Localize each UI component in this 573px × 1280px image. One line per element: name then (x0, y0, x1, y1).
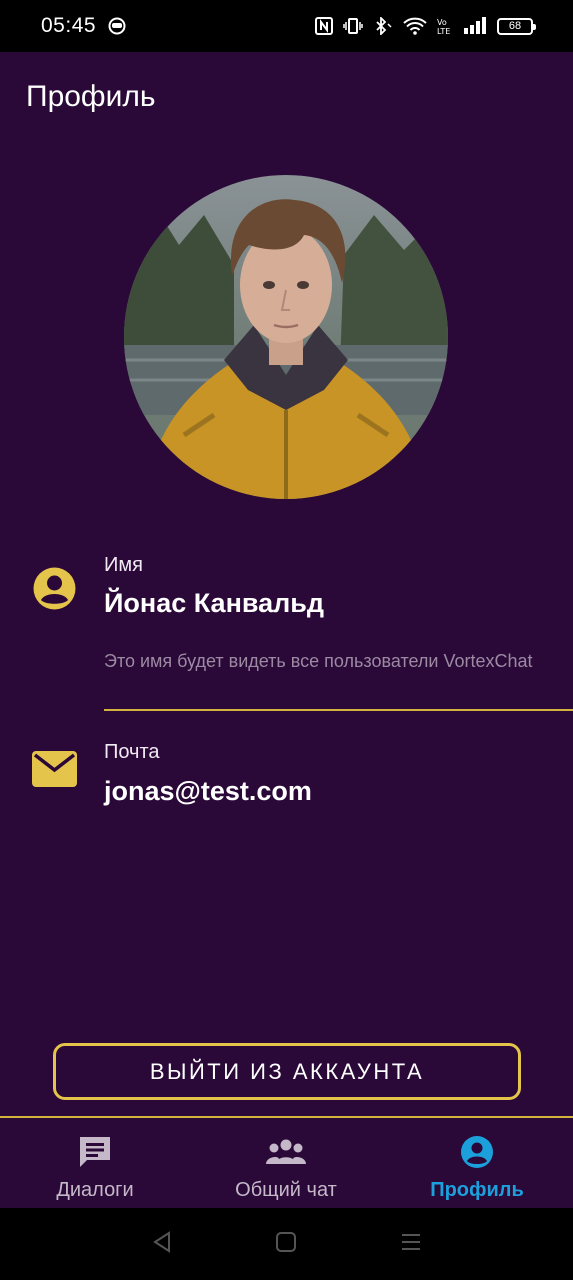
account-circle-icon (460, 1134, 494, 1170)
vibrate-icon (343, 17, 363, 35)
bottom-nav: Диалоги Общий чат Профиль (0, 1116, 573, 1208)
bluetooth-icon (373, 17, 393, 35)
nav-label-profile: Профиль (430, 1179, 524, 1201)
chat-icon (77, 1134, 113, 1170)
email-value: jonas@test.com (104, 776, 312, 806)
signal-icon (463, 17, 487, 35)
home-icon[interactable] (275, 1231, 297, 1258)
back-icon[interactable] (151, 1230, 173, 1258)
volte-icon: Vo LTE (437, 17, 453, 35)
app-notification-icon (108, 17, 126, 35)
svg-text:LTE: LTE (437, 27, 450, 35)
name-hint: Это имя будет видеть все пользователи Vo… (104, 651, 533, 671)
mail-icon (32, 751, 77, 792)
status-time: 05:45 (41, 14, 97, 37)
logout-button[interactable]: ВЫЙТИ ИЗ АККАУНТА (53, 1043, 521, 1100)
svg-text:Vo: Vo (437, 18, 447, 27)
nfc-icon (315, 17, 333, 35)
account-circle-icon (32, 566, 77, 616)
wifi-icon (403, 17, 427, 35)
avatar-photo (124, 175, 448, 499)
page-title: Профиль (26, 80, 156, 113)
system-nav-bar (0, 1208, 573, 1280)
nav-item-profile[interactable]: Профиль (382, 1118, 572, 1208)
menu-icon[interactable] (400, 1231, 422, 1258)
name-value[interactable]: Йонас Канвальд (104, 588, 324, 619)
nav-label-common-chat: Общий чат (235, 1179, 337, 1201)
nav-item-common-chat[interactable]: Общий чат (191, 1118, 381, 1208)
profile-avatar[interactable] (124, 175, 448, 499)
email-label: Почта (104, 741, 160, 763)
name-label: Имя (104, 554, 143, 576)
status-bar: 05:45 Vo LTE 68 (0, 0, 573, 52)
battery-indicator: 68 (497, 17, 536, 35)
group-icon (266, 1134, 306, 1170)
nav-item-dialogs[interactable]: Диалоги (0, 1118, 190, 1208)
name-field-underline (104, 709, 573, 711)
nav-label-dialogs: Диалоги (56, 1179, 134, 1201)
